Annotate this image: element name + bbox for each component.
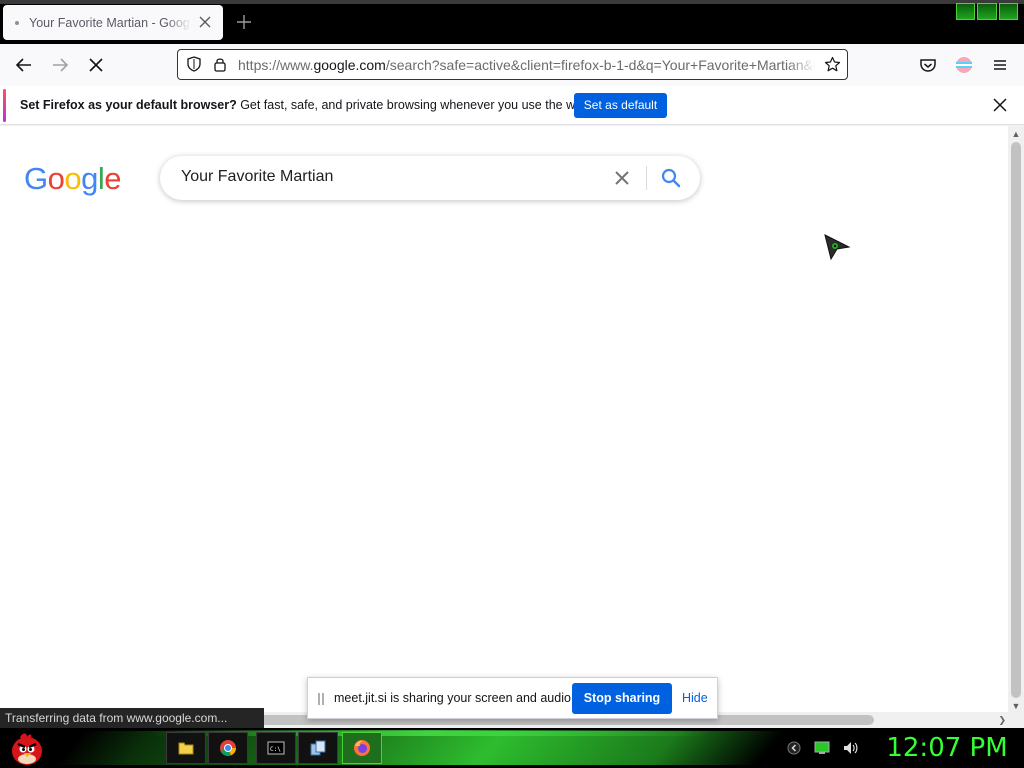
account-avatar-icon[interactable] bbox=[954, 55, 974, 75]
scroll-right-arrow-icon[interactable]: ❯ bbox=[998, 715, 1006, 726]
stop-loading-x-icon[interactable] bbox=[86, 55, 106, 75]
pocket-icon[interactable] bbox=[918, 55, 938, 75]
tracking-protection-shield-icon[interactable] bbox=[186, 56, 202, 72]
url-path: /search?safe=active&client=firefox-b-1-d… bbox=[385, 57, 816, 73]
sharing-message: meet.jit.si is sharing your screen and a… bbox=[334, 691, 575, 705]
tab-title: Your Favorite Martian - Google Search bbox=[29, 15, 191, 30]
notification-bold-text: Set Firefox as your default browser? bbox=[20, 98, 237, 112]
window-controls bbox=[956, 3, 1018, 20]
url-prefix: https://www. bbox=[238, 57, 314, 73]
close-tab-icon[interactable] bbox=[197, 14, 213, 30]
system-tray bbox=[786, 734, 866, 762]
vertical-scrollbar[interactable]: ▲ ▼ bbox=[1008, 126, 1024, 714]
stop-sharing-button[interactable]: Stop sharing bbox=[572, 683, 672, 714]
notification-accent-bar bbox=[3, 89, 6, 122]
url-text[interactable]: https://www.google.com/search?safe=activ… bbox=[238, 57, 816, 73]
taskbar-network-settings[interactable] bbox=[298, 732, 338, 764]
address-bar[interactable]: https://www.google.com/search?safe=activ… bbox=[177, 49, 848, 80]
chrome-icon bbox=[220, 740, 236, 757]
lock-icon[interactable] bbox=[212, 56, 228, 72]
status-panel: Transferring data from www.google.com... bbox=[0, 708, 264, 728]
scrollbar-corner bbox=[1008, 712, 1024, 728]
volume-icon[interactable] bbox=[842, 740, 858, 756]
hamburger-menu-icon[interactable] bbox=[990, 55, 1010, 75]
taskbar-glow-decoration bbox=[55, 731, 785, 765]
google-logo[interactable]: Google bbox=[24, 161, 122, 196]
set-as-default-button[interactable]: Set as default bbox=[574, 93, 667, 118]
window-top-border bbox=[0, 0, 1024, 4]
firefox-icon bbox=[354, 740, 370, 756]
search-box[interactable]: Your Favorite Martian bbox=[160, 156, 700, 200]
search-input[interactable]: Your Favorite Martian bbox=[181, 168, 333, 186]
google-logo-letter: o bbox=[64, 161, 82, 196]
angry-bird-start-icon[interactable] bbox=[8, 729, 46, 767]
google-logo-letter: g bbox=[81, 161, 98, 196]
search-icon[interactable] bbox=[660, 167, 682, 189]
google-logo-letter: G bbox=[24, 161, 48, 196]
tray-expand-chevron-icon[interactable] bbox=[786, 740, 802, 756]
page-content: Google Your Favorite Martian bbox=[0, 126, 1008, 712]
close-window-button[interactable] bbox=[998, 3, 1018, 20]
scroll-down-arrow-icon[interactable]: ▼ bbox=[1011, 701, 1021, 711]
hide-sharing-link[interactable]: Hide bbox=[682, 691, 708, 705]
back-arrow-icon[interactable] bbox=[14, 55, 34, 75]
taskbar-file-manager[interactable] bbox=[166, 732, 206, 764]
close-notification-icon[interactable] bbox=[992, 97, 1008, 113]
new-tab-plus-icon[interactable] bbox=[236, 14, 252, 30]
navigation-toolbar: https://www.google.com/search?safe=activ… bbox=[0, 44, 1024, 86]
network-monitor-icon[interactable] bbox=[814, 740, 830, 756]
taskbar-clock[interactable]: 12:07 PM bbox=[872, 732, 1022, 764]
taskbar-chrome[interactable] bbox=[208, 732, 248, 764]
loading-dot-icon bbox=[15, 20, 19, 25]
screen-sharing-indicator: meet.jit.si is sharing your screen and a… bbox=[307, 677, 718, 719]
tab-strip: Your Favorite Martian - Google Search bbox=[0, 0, 1024, 44]
terminal-icon: C:\ bbox=[267, 741, 285, 755]
forward-arrow-icon[interactable] bbox=[50, 55, 70, 75]
taskbar-firefox[interactable] bbox=[342, 732, 382, 764]
tab-google-search[interactable]: Your Favorite Martian - Google Search bbox=[3, 5, 223, 40]
file-manager-icon bbox=[178, 742, 194, 755]
svg-text:C:\: C:\ bbox=[270, 746, 281, 753]
maximize-button[interactable] bbox=[977, 3, 997, 20]
drag-grip-handle[interactable] bbox=[318, 693, 324, 705]
notification-text: Get fast, safe, and private browsing whe… bbox=[236, 98, 593, 112]
default-browser-notification: Set Firefox as your default browser? Get… bbox=[0, 86, 1024, 125]
minimize-button[interactable] bbox=[956, 3, 976, 20]
google-logo-letter: o bbox=[47, 161, 65, 196]
mouse-cursor-icon bbox=[824, 234, 851, 261]
notification-message: Set Firefox as your default browser? Get… bbox=[20, 98, 592, 112]
search-box-divider bbox=[646, 166, 647, 190]
bookmark-star-icon[interactable] bbox=[824, 56, 841, 73]
taskbar-terminal[interactable]: C:\ bbox=[256, 732, 296, 764]
scroll-up-arrow-icon[interactable]: ▲ bbox=[1011, 129, 1021, 139]
taskbar: C:\ 12:07 PM bbox=[0, 728, 1024, 768]
network-settings-icon bbox=[310, 740, 326, 756]
clear-search-icon[interactable] bbox=[612, 168, 632, 188]
url-host: google.com bbox=[313, 57, 386, 73]
vertical-scroll-thumb[interactable] bbox=[1011, 142, 1021, 698]
google-logo-letter: e bbox=[104, 161, 122, 196]
